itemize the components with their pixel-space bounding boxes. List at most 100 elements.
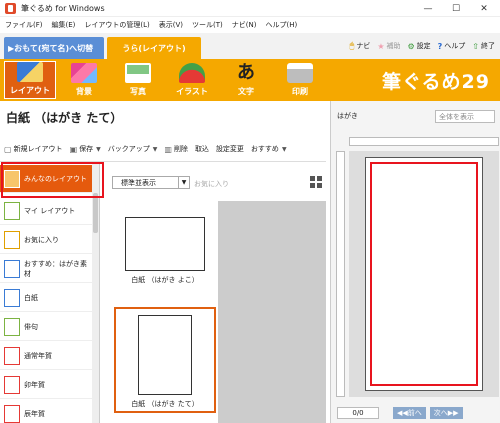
postcard-preview[interactable] <box>365 157 483 391</box>
minimize-button[interactable]: — <box>418 0 438 17</box>
menu-help[interactable]: ヘルプ(H) <box>265 20 297 30</box>
new-layout-button[interactable]: ▢ 新規レイアウト <box>4 144 63 154</box>
ribbon-photo-label: 写真 <box>130 87 146 96</box>
help-label: ヘルプ <box>444 42 466 50</box>
sidebar-scrollbar[interactable] <box>92 163 99 423</box>
menu-file[interactable]: ファイル(F) <box>5 20 43 30</box>
import-button[interactable]: 取込 <box>195 144 209 154</box>
sidebar-item-label: 通常年賀 <box>24 351 52 360</box>
sidebar-item-blank[interactable]: 白紙 <box>0 284 93 312</box>
new-layout-label: 新規レイアウト <box>13 145 63 153</box>
zoom-select[interactable]: 全体を表示 <box>435 110 495 123</box>
question-icon: ? <box>437 41 443 51</box>
prev-button[interactable]: ◀◀前へ <box>393 407 426 419</box>
sidebar-item-rabbit-year[interactable]: 卯年賀 <box>0 371 93 399</box>
recommend-button[interactable]: おすすめ ▼ <box>251 144 287 154</box>
ribbon-layout-label: レイアウト <box>10 86 50 95</box>
gear-icon: ⚙ <box>407 41 415 51</box>
thumbnail-caption: 白紙 （はがき よこ） <box>131 276 199 284</box>
app-logo: 筆ぐるめ29 <box>381 71 490 93</box>
ribbon-print-button[interactable]: 印刷 <box>274 61 326 99</box>
assist-button[interactable]: ★ 補助 <box>377 41 400 51</box>
thumbnail-blank-portrait[interactable]: 白紙 （はがき たて） <box>114 307 216 413</box>
exit-button[interactable]: ⇧ 終了 <box>472 41 495 51</box>
portrait-paper-preview <box>138 315 192 395</box>
ribbon-illust-button[interactable]: イラスト <box>166 61 218 99</box>
postcard-icon <box>4 259 20 278</box>
sidebar-item-recommended-material[interactable]: おすすめ：はがき素材 <box>0 255 93 283</box>
ribbon-background-label: 背景 <box>76 87 92 96</box>
ura-layout-tab[interactable]: うら(レイアウト) <box>107 37 201 59</box>
next-button[interactable]: 次へ▶▶ <box>429 407 463 419</box>
ribbon-print-label: 印刷 <box>292 87 308 96</box>
person-icon <box>4 201 20 220</box>
window-title: 筆ぐるめ for Windows <box>21 3 105 13</box>
blank-page-icon <box>4 288 20 307</box>
sidebar-item-dragon-year[interactable]: 辰年賀 <box>0 400 93 423</box>
save-button[interactable]: ▣ 保存 ▼ <box>70 144 101 154</box>
chevron-down-icon: ▼ <box>96 145 101 153</box>
sidebar-item-haiku[interactable]: 俳句 <box>0 313 93 341</box>
chevron-down-icon: ▼ <box>152 145 158 153</box>
sidebar-item-label: お気に入り <box>24 235 59 244</box>
navi-button[interactable]: 🖱 ナビ <box>350 41 371 51</box>
sidebar-item-label: マイ レイアウト <box>24 206 76 215</box>
delete-label: 削除 <box>173 145 188 153</box>
thumbnail-list: 白紙 （はがき よこ） 白紙 （はがき たて） <box>112 201 218 423</box>
menu-tools[interactable]: ツール(T) <box>192 20 223 30</box>
new-year-card-icon <box>4 375 20 394</box>
menu-edit[interactable]: 編集(E) <box>52 20 76 30</box>
sidebar-item-label: 卯年賀 <box>24 380 45 389</box>
ribbon-background-button[interactable]: 背景 <box>58 61 110 99</box>
preview-label: はがき <box>337 112 358 120</box>
vertical-ruler <box>336 151 345 397</box>
close-button[interactable]: ✕ <box>474 0 494 17</box>
ribbon-photo-button[interactable]: 写真 <box>112 61 164 99</box>
ribbon-illust-label: イラスト <box>176 87 208 96</box>
thumbnail-caption: 白紙 （はがき たて） <box>131 400 199 408</box>
layout-thumbnails-area: 標準並表示 ▼ お気に入り 白紙 （はがき よこ） 白紙 （はがき たて） <box>108 172 326 423</box>
sidebar-item-label: 辰年賀 <box>24 409 45 418</box>
sidebar-item-label: おすすめ：はがき素材 <box>24 259 87 278</box>
exit-icon: ⇧ <box>472 41 479 51</box>
menu-layout-manage[interactable]: レイアウトの管理(L) <box>84 20 149 30</box>
change-settings-button[interactable]: 設定変更 <box>216 144 244 154</box>
delete-button[interactable]: ▥ 削除 <box>164 144 188 154</box>
mouse-icon: 🖱 <box>349 41 355 50</box>
sidebar-item-my-layout[interactable]: マイ レイアウト <box>0 197 93 225</box>
menu-bar: ファイル(F) 編集(E) レイアウトの管理(L) 表示(V) ツール(T) ナ… <box>0 17 500 33</box>
ribbon-text-button[interactable]: あ 文字 <box>220 61 272 99</box>
help-button[interactable]: ? ヘルプ <box>438 41 466 51</box>
maximize-button[interactable]: ☐ <box>446 0 466 17</box>
save-icon: ▣ <box>69 144 78 154</box>
page-counter: 0/0 <box>337 407 379 419</box>
sidebar-item-new-year[interactable]: 通常年賀 <box>0 342 93 370</box>
switch-to-omote-tab[interactable]: ▶おもて(宛て名)へ切替 <box>4 37 104 59</box>
settings-button[interactable]: ⚙ 設定 <box>407 41 430 51</box>
preview-panel: はがき 全体を表示 0/0 ◀◀前へ 次へ▶▶ <box>330 101 500 423</box>
menu-view[interactable]: 表示(V) <box>159 20 183 30</box>
menu-navi[interactable]: ナビ(N) <box>232 20 257 30</box>
thumbnail-controls: 標準並表示 ▼ お気に入り <box>108 172 326 194</box>
sidebar-item-favorites[interactable]: お気に入り <box>0 226 93 254</box>
sort-select[interactable]: 標準並表示 ▼ <box>112 176 190 189</box>
grid-view-icon[interactable] <box>310 176 322 188</box>
photo-icon <box>125 63 151 83</box>
exit-label: 終了 <box>481 42 495 50</box>
layout-toolbar: ▢ 新規レイアウト ▣ 保存 ▼ バックアップ ▼ ▥ 削除 取込 設定変更 おすすめ ▼ <box>4 141 294 157</box>
backup-label: バックアップ <box>107 145 150 153</box>
favorite-button[interactable]: お気に入り <box>194 179 229 189</box>
print-guide-frame <box>370 162 478 386</box>
horizontal-ruler <box>349 137 499 146</box>
background-icon <box>71 63 97 83</box>
watermelon-icon <box>179 63 205 83</box>
printer-icon <box>287 63 313 83</box>
ribbon-layout-button[interactable]: レイアウト <box>4 61 56 99</box>
thumbnail-blank-landscape[interactable]: 白紙 （はがき よこ） <box>114 217 216 285</box>
navi-label: ナビ <box>356 42 371 50</box>
new-year-card-icon <box>4 404 20 423</box>
new-year-card-icon <box>4 346 20 365</box>
backup-button[interactable]: バックアップ ▼ <box>108 144 158 154</box>
sort-select-value: 標準並表示 <box>121 178 156 187</box>
chevron-down-icon: ▼ <box>178 177 189 188</box>
